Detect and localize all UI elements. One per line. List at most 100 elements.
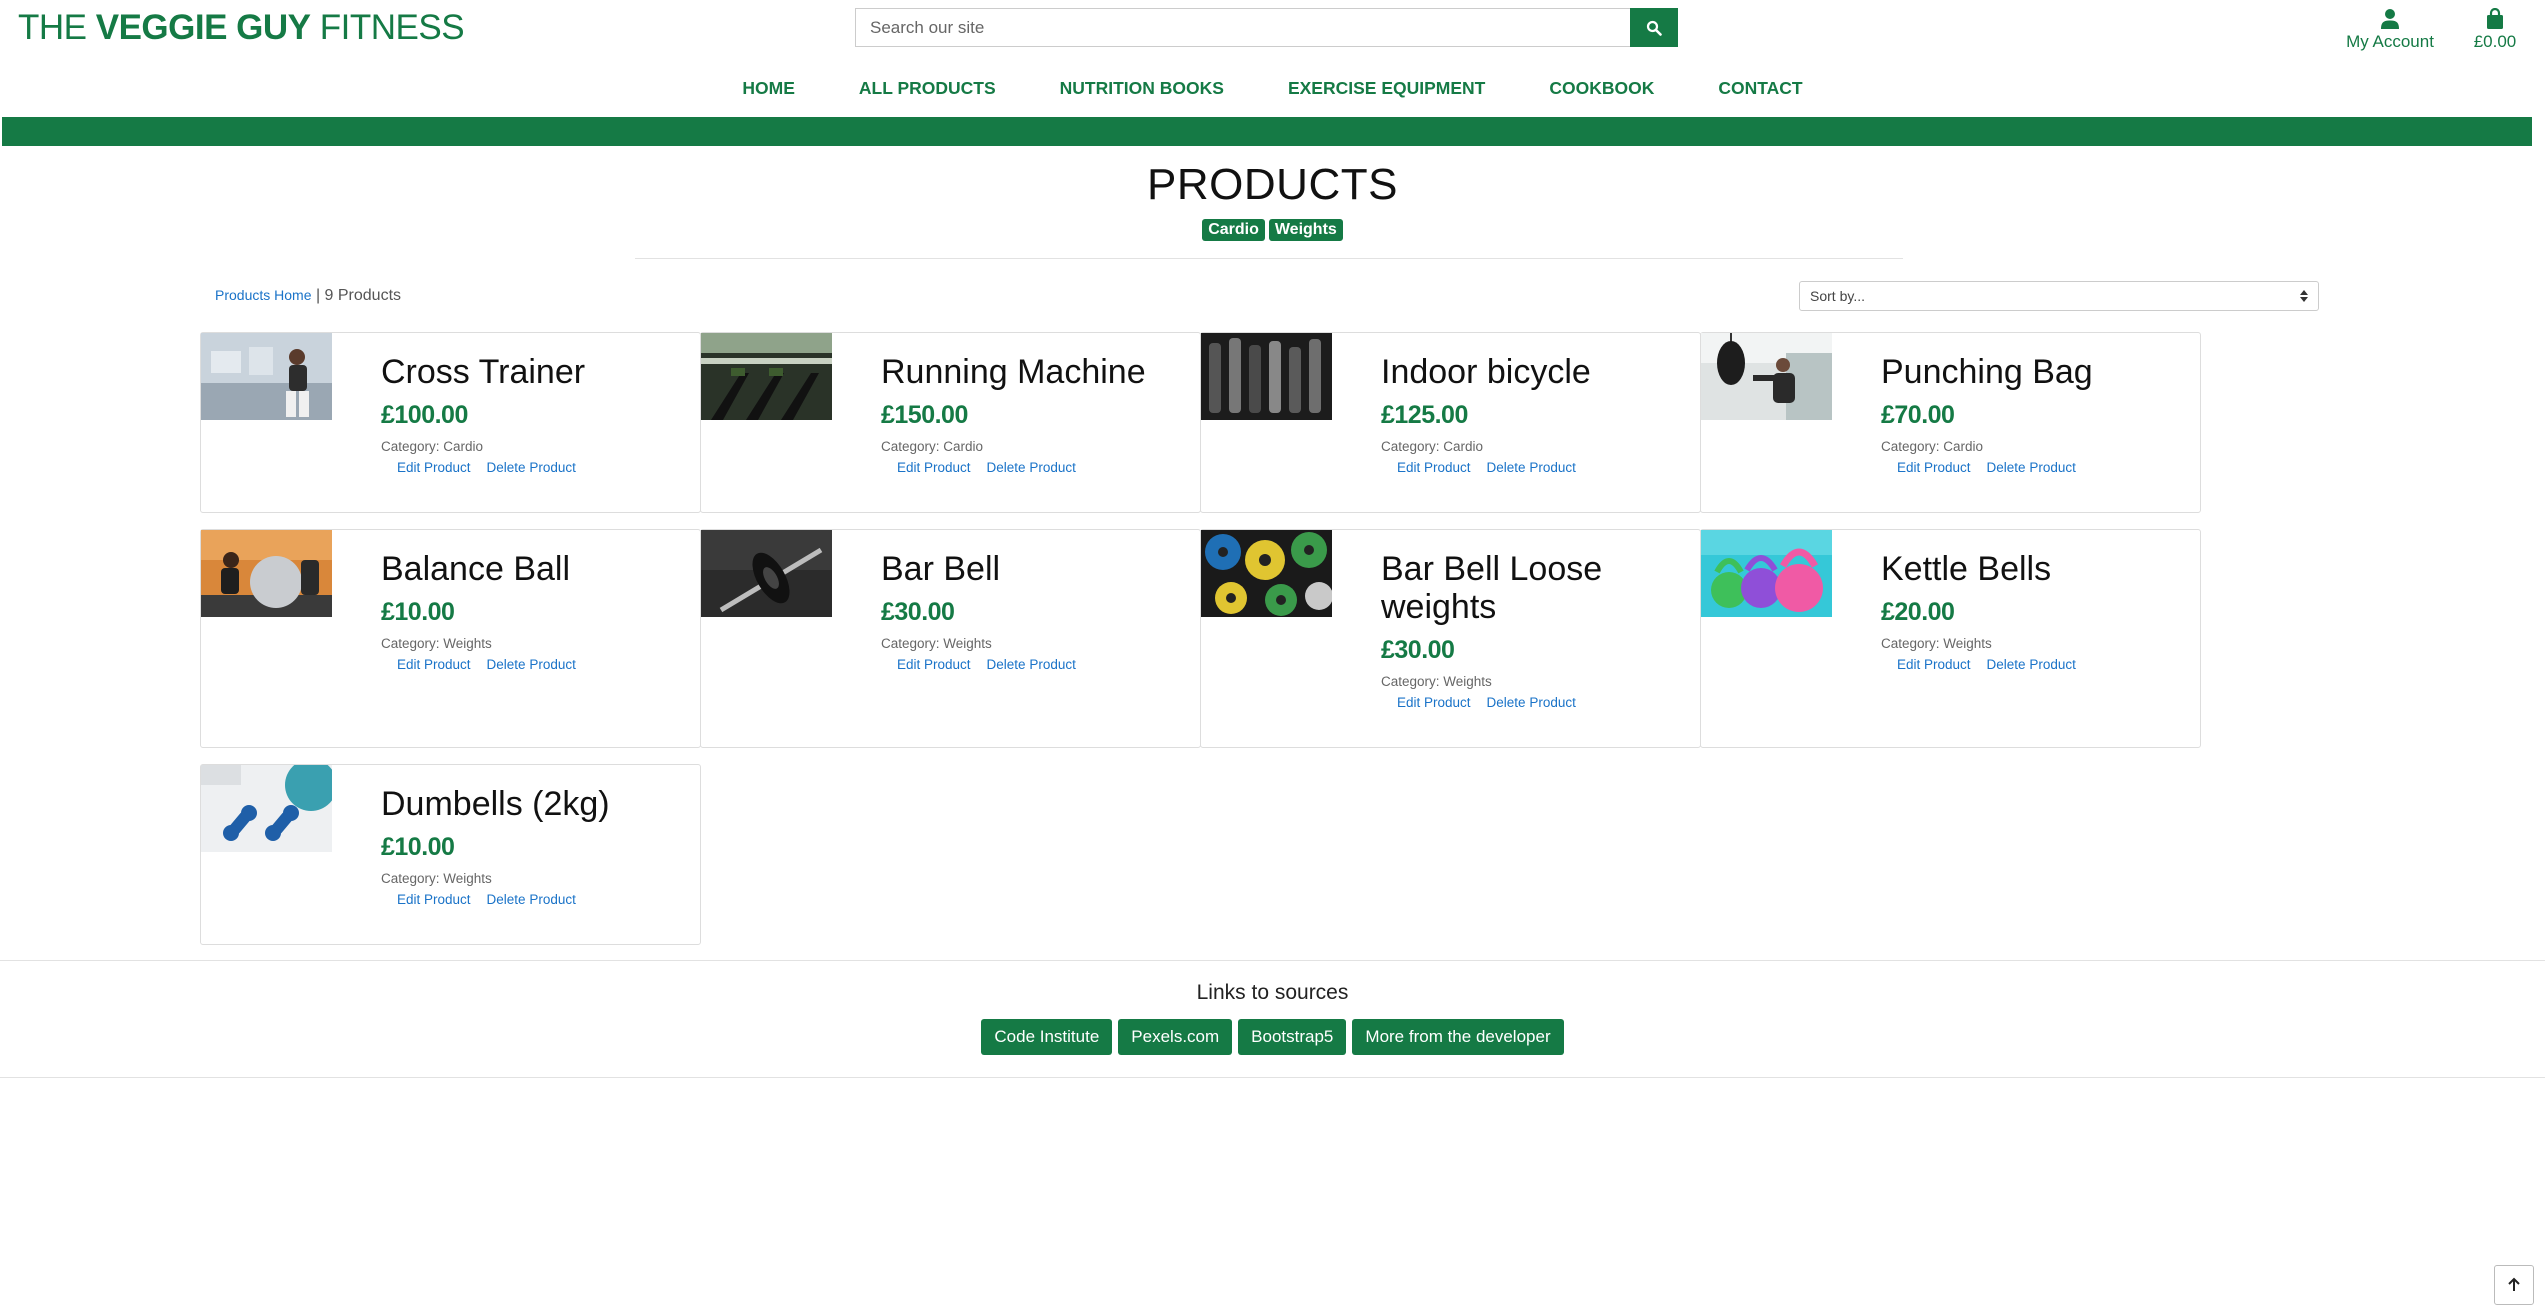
product-card: Bar Bell £30.00 Category: Weights Edit P… (700, 529, 1201, 748)
delete-product-link[interactable]: Delete Product (1987, 657, 2076, 672)
product-price: £70.00 (1881, 401, 1955, 429)
product-info: Bar Bell £30.00 Category: Weights Edit P… (881, 550, 1191, 672)
shopping-bag-icon (2487, 8, 2503, 29)
product-name[interactable]: Cross Trainer (381, 353, 691, 391)
edit-product-link[interactable]: Edit Product (1397, 460, 1471, 475)
edit-product-link[interactable]: Edit Product (1897, 657, 1971, 672)
delete-product-link[interactable]: Delete Product (1987, 460, 2076, 475)
product-name[interactable]: Bar Bell (881, 550, 1191, 588)
product-image[interactable] (201, 530, 332, 617)
breadcrumb: Products Home | 9 Products (215, 287, 401, 305)
nav-all-products[interactable]: ALL PRODUCTS (827, 78, 1028, 99)
product-price: £10.00 (381, 598, 455, 626)
delete-product-link[interactable]: Delete Product (987, 460, 1076, 475)
product-info: Bar Bell Loose weights £30.00 Category: … (1381, 550, 1691, 710)
product-image[interactable] (701, 530, 832, 617)
nav-cookbook[interactable]: COOKBOOK (1517, 78, 1686, 99)
edit-product-link[interactable]: Edit Product (897, 460, 971, 475)
product-card: Running Machine £150.00 Category: Cardio… (700, 332, 1201, 513)
product-info: Indoor bicycle £125.00 Category: Cardio … (1381, 353, 1691, 475)
product-image[interactable] (201, 333, 332, 420)
footer-links: Code Institute Pexels.com Bootstrap5 Mor… (0, 1019, 2545, 1055)
product-image[interactable] (1701, 333, 1832, 420)
footer-link-bootstrap[interactable]: Bootstrap5 (1238, 1019, 1347, 1055)
footer-link-pexels[interactable]: Pexels.com (1118, 1019, 1233, 1055)
arrow-up-icon (2508, 1277, 2520, 1291)
category-badge-cardio[interactable]: Cardio (1202, 219, 1265, 241)
edit-product-link[interactable]: Edit Product (397, 657, 471, 672)
footer-link-developer[interactable]: More from the developer (1352, 1019, 1564, 1055)
product-category[interactable]: Category: Weights (381, 871, 691, 886)
product-image[interactable] (201, 765, 332, 852)
product-category[interactable]: Category: Cardio (1381, 439, 1691, 454)
product-actions: Edit Product Delete Product (381, 892, 691, 907)
delete-product-link[interactable]: Delete Product (1487, 460, 1576, 475)
edit-product-link[interactable]: Edit Product (397, 892, 471, 907)
product-actions: Edit Product Delete Product (1381, 460, 1691, 475)
product-category[interactable]: Category: Cardio (881, 439, 1191, 454)
sort-select-value: Sort by... (1810, 288, 1865, 304)
delete-product-link[interactable]: Delete Product (1487, 695, 1576, 710)
product-category[interactable]: Category: Cardio (1881, 439, 2191, 454)
product-actions: Edit Product Delete Product (1881, 657, 2191, 672)
product-name[interactable]: Bar Bell Loose weights (1381, 550, 1691, 626)
product-price: £100.00 (381, 401, 468, 429)
my-account-link[interactable]: My Account (2340, 2, 2440, 52)
main-nav: HOME ALL PRODUCTS NUTRITION BOOKS EXERCI… (0, 78, 2545, 99)
products-home-link[interactable]: Products Home (215, 287, 311, 303)
product-name[interactable]: Balance Ball (381, 550, 691, 588)
nav-home[interactable]: HOME (710, 78, 827, 99)
footer-divider (0, 960, 2545, 961)
product-card: Balance Ball £10.00 Category: Weights Ed… (200, 529, 701, 748)
product-image[interactable] (1701, 530, 1832, 617)
nav-contact[interactable]: CONTACT (1686, 78, 1834, 99)
product-card: Punching Bag £70.00 Category: Cardio Edi… (1700, 332, 2201, 513)
product-card: Dumbells (2kg) £10.00 Category: Weights … (200, 764, 701, 945)
product-name[interactable]: Running Machine (881, 353, 1191, 391)
product-price: £125.00 (1381, 401, 1468, 429)
delete-product-link[interactable]: Delete Product (487, 892, 576, 907)
search-form (855, 8, 1678, 47)
edit-product-link[interactable]: Edit Product (397, 460, 471, 475)
delete-product-link[interactable]: Delete Product (487, 460, 576, 475)
category-badge-weights[interactable]: Weights (1268, 219, 1343, 241)
site-logo[interactable]: THE VEGGIE GUY FITNESS (18, 8, 465, 48)
divider (635, 258, 1903, 259)
product-category[interactable]: Category: Weights (1881, 636, 2191, 651)
edit-product-link[interactable]: Edit Product (1897, 460, 1971, 475)
product-name[interactable]: Punching Bag (1881, 353, 2191, 391)
category-badges: Cardio Weights (0, 219, 2545, 241)
product-name[interactable]: Indoor bicycle (1381, 353, 1691, 391)
footer-link-code-institute[interactable]: Code Institute (981, 1019, 1113, 1055)
product-card: Kettle Bells £20.00 Category: Weights Ed… (1700, 529, 2201, 748)
product-category[interactable]: Category: Weights (1381, 674, 1691, 689)
product-actions: Edit Product Delete Product (1381, 695, 1691, 710)
product-image[interactable] (1201, 333, 1332, 420)
nav-nutrition-books[interactable]: NUTRITION BOOKS (1028, 78, 1256, 99)
delete-product-link[interactable]: Delete Product (987, 657, 1076, 672)
nav-exercise-equipment[interactable]: EXERCISE EQUIPMENT (1256, 78, 1517, 99)
product-actions: Edit Product Delete Product (381, 460, 691, 475)
product-card: Cross Trainer £100.00 Category: Cardio E… (200, 332, 701, 513)
search-input[interactable] (855, 8, 1630, 47)
product-card: Bar Bell Loose weights £30.00 Category: … (1200, 529, 1701, 748)
product-name[interactable]: Kettle Bells (1881, 550, 2191, 588)
product-image[interactable] (1201, 530, 1332, 617)
logo-suffix: FITNESS (310, 8, 465, 47)
product-info: Punching Bag £70.00 Category: Cardio Edi… (1881, 353, 2191, 475)
delete-product-link[interactable]: Delete Product (487, 657, 576, 672)
product-name[interactable]: Dumbells (2kg) (381, 785, 691, 823)
product-category[interactable]: Category: Weights (881, 636, 1191, 651)
product-image[interactable] (701, 333, 832, 420)
search-button[interactable] (1630, 8, 1678, 47)
sort-select[interactable]: Sort by... (1799, 281, 2319, 311)
product-category[interactable]: Category: Weights (381, 636, 691, 651)
shopping-bag-link[interactable]: £0.00 (2465, 2, 2525, 52)
edit-product-link[interactable]: Edit Product (1397, 695, 1471, 710)
footer-divider (0, 1077, 2545, 1078)
edit-product-link[interactable]: Edit Product (897, 657, 971, 672)
product-actions: Edit Product Delete Product (1881, 460, 2191, 475)
product-category[interactable]: Category: Cardio (381, 439, 691, 454)
back-to-top-button[interactable] (2494, 1265, 2534, 1305)
product-info: Cross Trainer £100.00 Category: Cardio E… (381, 353, 691, 475)
